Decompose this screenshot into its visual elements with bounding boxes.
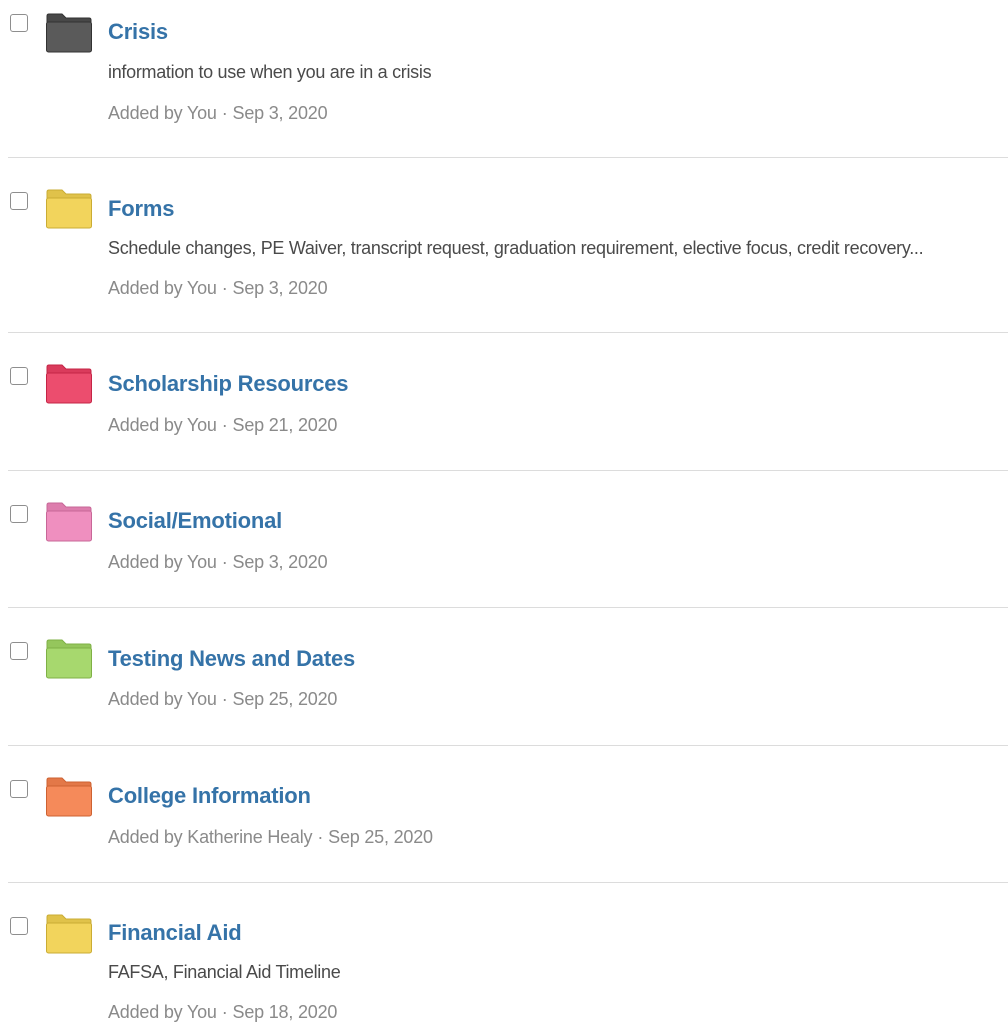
meta-separator: · (221, 278, 228, 298)
folder-icon[interactable] (45, 913, 93, 955)
select-checkbox[interactable] (10, 14, 28, 32)
folder-row-forms: Forms Schedule changes, PE Waiver, trans… (0, 158, 1008, 333)
meta-separator: · (221, 103, 228, 123)
select-checkbox[interactable] (10, 367, 28, 385)
folder-row-scholarship-resources: Scholarship Resources Added by You · Sep 2… (0, 333, 1008, 471)
folder-row-crisis: Crisis information to use when you are i… (0, 0, 1008, 158)
meta-separator: · (221, 1002, 228, 1022)
folder-description: FAFSA, Financial Aid Timeline (108, 962, 341, 982)
added-by: Added by You (108, 278, 217, 298)
folder-icon[interactable] (45, 12, 93, 54)
folder-meta: Added by You · Sep 3, 2020 (108, 103, 328, 124)
folder-icon[interactable] (45, 188, 93, 230)
folder-row-social-emotional: Social/Emotional Added by You · Sep 3, 202… (0, 471, 1008, 609)
folder-title-link[interactable]: Scholarship Resources (108, 371, 349, 397)
select-checkbox[interactable] (10, 780, 28, 798)
folder-title-link[interactable]: Testing News and Dates (108, 646, 355, 672)
added-date: Sep 25, 2020 (328, 827, 433, 847)
added-by: Added by You (108, 689, 217, 709)
added-date: Sep 18, 2020 (232, 1002, 338, 1022)
folder-title-link[interactable]: Crisis (108, 19, 168, 45)
folder-icon[interactable] (45, 638, 93, 680)
added-by: Added by You (108, 103, 217, 123)
folder-title-link[interactable]: Social/Emotional (108, 508, 282, 534)
meta-separator: · (317, 827, 324, 847)
folder-title-link[interactable]: Forms (108, 196, 174, 222)
folder-icon[interactable] (45, 363, 93, 405)
meta-separator: · (221, 689, 228, 709)
folder-icon[interactable] (45, 776, 93, 818)
folder-meta: Added by You · Sep 21, 2020 (108, 415, 337, 436)
folder-meta: Added by You · Sep 3, 2020 (108, 552, 328, 573)
added-date: Sep 21, 2020 (232, 415, 338, 435)
folder-icon[interactable] (45, 501, 93, 543)
added-date: Sep 3, 2020 (232, 552, 328, 572)
added-by: Added by You (108, 415, 217, 435)
folder-meta: Added by You · Sep 18, 2020 (108, 1002, 337, 1023)
folder-meta: Added by Katherine Healy · Sep 25, 2020 (108, 827, 433, 848)
added-by: Added by Katherine Healy (108, 827, 313, 847)
added-date: Sep 3, 2020 (232, 103, 328, 123)
folder-row-financial-aid: Financial Aid FAFSA, Financial Aid Timel… (0, 883, 1008, 1026)
added-date: Sep 3, 2020 (232, 278, 328, 298)
select-checkbox[interactable] (10, 192, 28, 210)
folder-title-link[interactable]: Financial Aid (108, 920, 242, 946)
added-by: Added by You (108, 552, 217, 572)
meta-separator: · (221, 552, 228, 572)
added-date: Sep 25, 2020 (232, 689, 338, 709)
folder-meta: Added by You · Sep 25, 2020 (108, 689, 337, 710)
folder-description: information to use when you are in a cri… (108, 62, 432, 82)
meta-separator: · (221, 415, 228, 435)
folder-list: Crisis information to use when you are i… (0, 0, 1008, 1026)
folder-meta: Added by You · Sep 3, 2020 (108, 278, 328, 299)
folder-description: Schedule changes, PE Waiver, transcript … (108, 238, 924, 258)
folder-row-college-information: College Information Added by Katherine H… (0, 746, 1008, 883)
folder-title-link[interactable]: College Information (108, 783, 311, 809)
folder-row-testing-news-and-dates: Testing News and Dates Added by You · Sep … (0, 608, 1008, 746)
select-checkbox[interactable] (10, 505, 28, 523)
select-checkbox[interactable] (10, 917, 28, 935)
added-by: Added by You (108, 1002, 217, 1022)
select-checkbox[interactable] (10, 642, 28, 660)
